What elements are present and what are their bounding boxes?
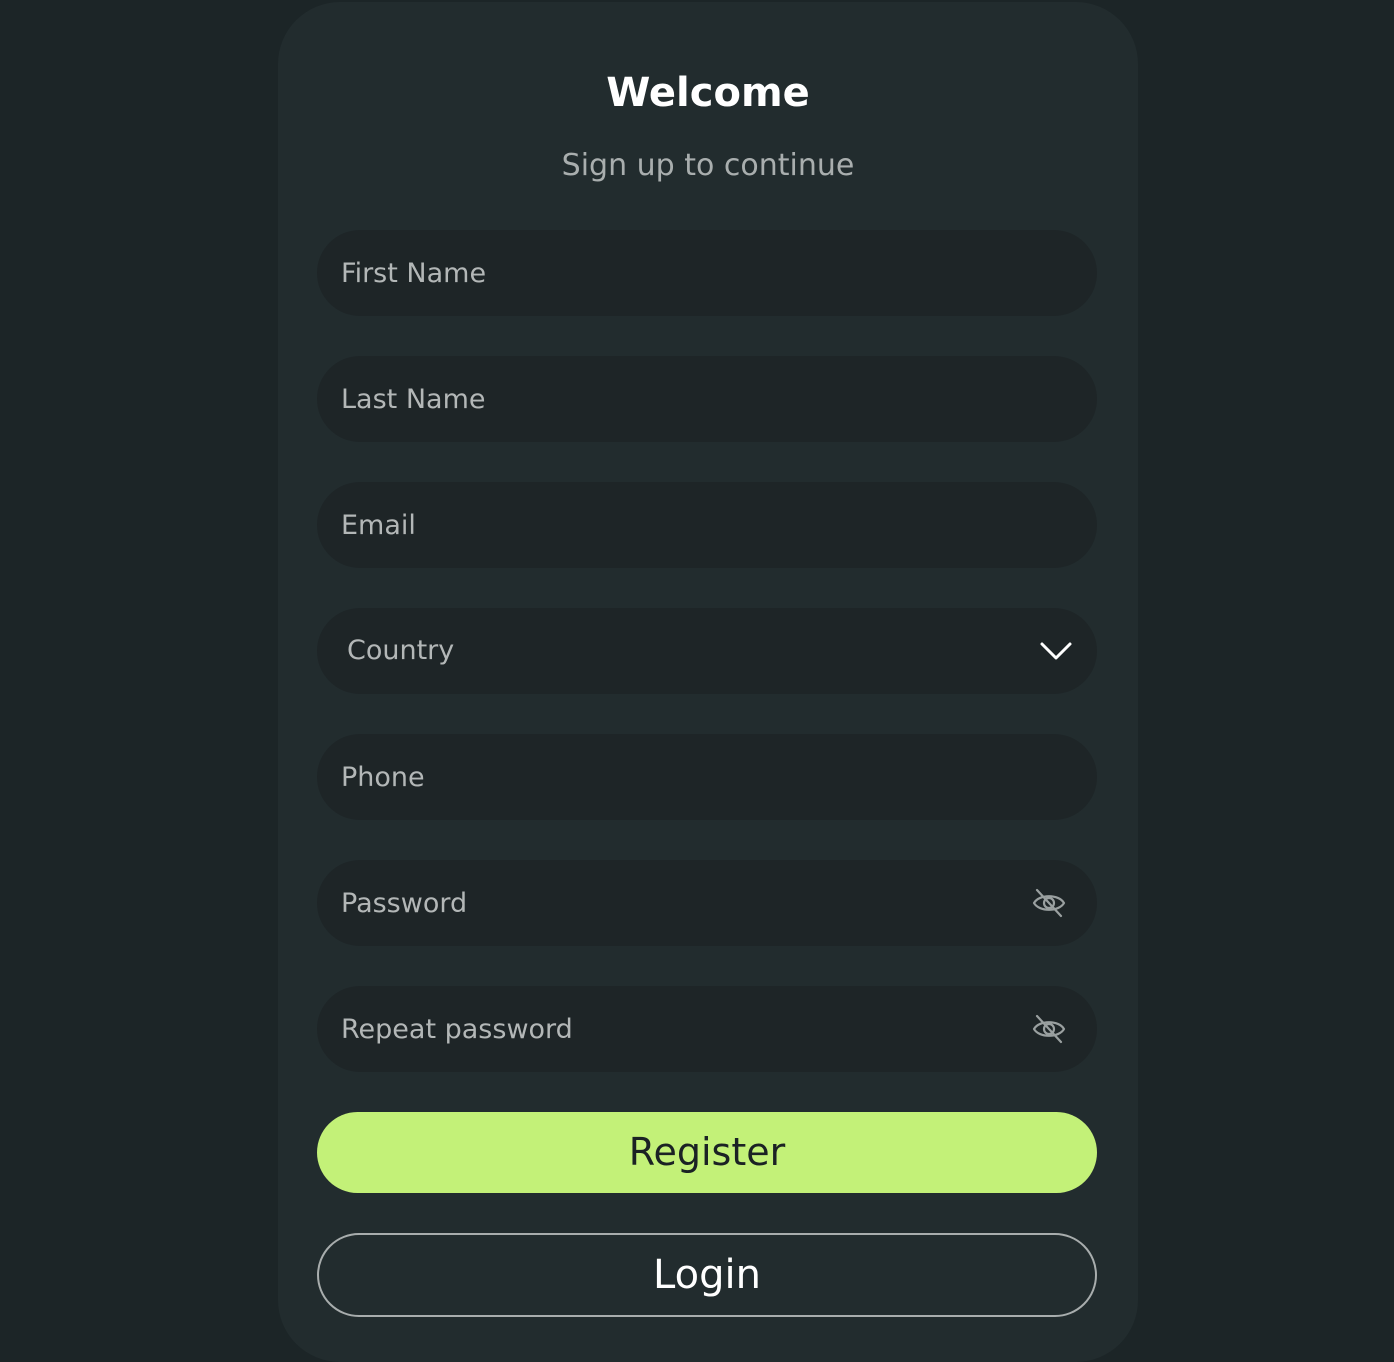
signup-card: Welcome Sign up to continue Country <box>278 2 1138 1362</box>
login-button[interactable]: Login <box>317 1233 1097 1317</box>
repeat-password-field-wrapper <box>317 986 1097 1072</box>
first-name-field-wrapper <box>317 230 1097 316</box>
country-select[interactable]: Country <box>317 608 1097 694</box>
country-select-value: Country <box>347 635 455 666</box>
page-title: Welcome <box>606 70 810 116</box>
eye-off-icon[interactable] <box>1031 1011 1067 1047</box>
page-subtitle: Sign up to continue <box>561 148 855 183</box>
first-name-input[interactable] <box>317 230 1097 316</box>
phone-field-wrapper <box>317 734 1097 820</box>
eye-off-icon[interactable] <box>1031 885 1067 921</box>
last-name-input[interactable] <box>317 356 1097 442</box>
register-button[interactable]: Register <box>317 1112 1097 1193</box>
email-input[interactable] <box>317 482 1097 568</box>
repeat-password-input[interactable] <box>317 986 1097 1072</box>
phone-input[interactable] <box>317 734 1097 820</box>
last-name-field-wrapper <box>317 356 1097 442</box>
password-input[interactable] <box>317 860 1097 946</box>
email-field-wrapper <box>317 482 1097 568</box>
password-field-wrapper <box>317 860 1097 946</box>
chevron-down-icon <box>1040 642 1072 660</box>
